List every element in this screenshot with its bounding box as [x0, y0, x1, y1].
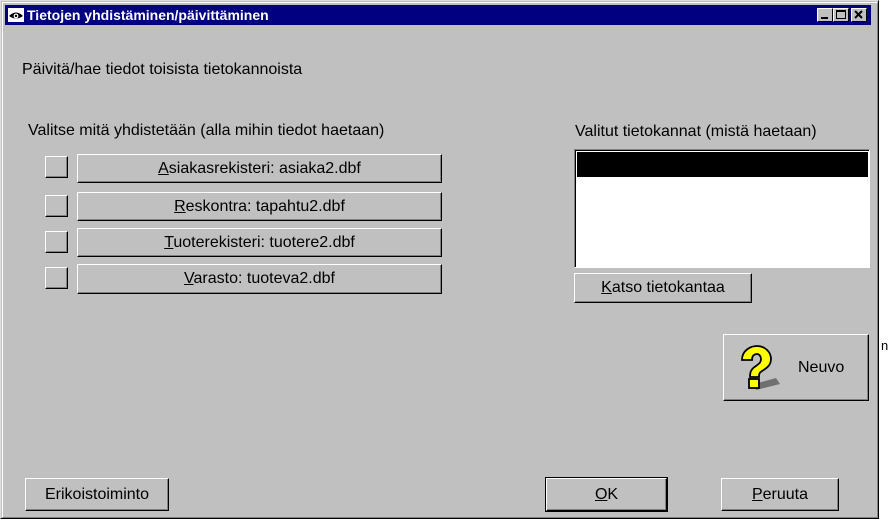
maximize-icon [836, 10, 846, 19]
window-title: Tietojen yhdistäminen/päivittäminen [27, 7, 269, 23]
heading-text: Päivitä/hae tiedot toisista tietokannois… [22, 61, 303, 78]
stray-text: n [881, 338, 889, 353]
ok-button[interactable]: OK [545, 477, 668, 512]
help-question-icon [741, 345, 780, 390]
left-section-label: Valitse mitä yhdistetään (alla mihin tie… [28, 122, 385, 139]
checkbox-tuoterekisteri[interactable] [45, 231, 68, 253]
dialog-window: Tietojen yhdistäminen/päivittäminen Päiv… [0, 0, 879, 519]
button-tuoterekisteri[interactable]: Tuoterekisteri: tuotere2.dbf [77, 228, 442, 257]
special-function-button[interactable]: Erikoistoiminto [25, 478, 169, 511]
title-bar[interactable]: Tietojen yhdistäminen/päivittäminen [5, 5, 871, 25]
list-selected-row[interactable] [577, 152, 868, 177]
close-icon [854, 10, 863, 19]
selected-databases-list[interactable] [574, 149, 870, 268]
minimize-button[interactable] [817, 8, 833, 22]
help-button-label: Neuvo [798, 359, 845, 376]
view-database-button[interactable]: Katso tietokantaa [574, 273, 752, 303]
minimize-icon [821, 17, 828, 19]
checkbox-asiakasrekisteri[interactable] [45, 156, 68, 178]
button-varasto[interactable]: Varasto: tuoteva2.dbf [77, 264, 442, 294]
close-button[interactable] [851, 8, 867, 22]
button-asiakasrekisteri[interactable]: Asiakasrekisteri: asiaka2.dbf [77, 154, 442, 183]
help-button[interactable]: Neuvo [723, 334, 869, 401]
maximize-button[interactable] [833, 8, 849, 22]
checkbox-varasto[interactable] [45, 267, 68, 289]
eye-icon [8, 8, 24, 22]
checkbox-reskontra[interactable] [45, 195, 68, 217]
button-reskontra[interactable]: Reskontra: tapahtu2.dbf [77, 192, 442, 221]
right-section-label: Valitut tietokannat (mistä haetaan) [575, 123, 817, 140]
cancel-button[interactable]: Peruuta [721, 478, 839, 511]
